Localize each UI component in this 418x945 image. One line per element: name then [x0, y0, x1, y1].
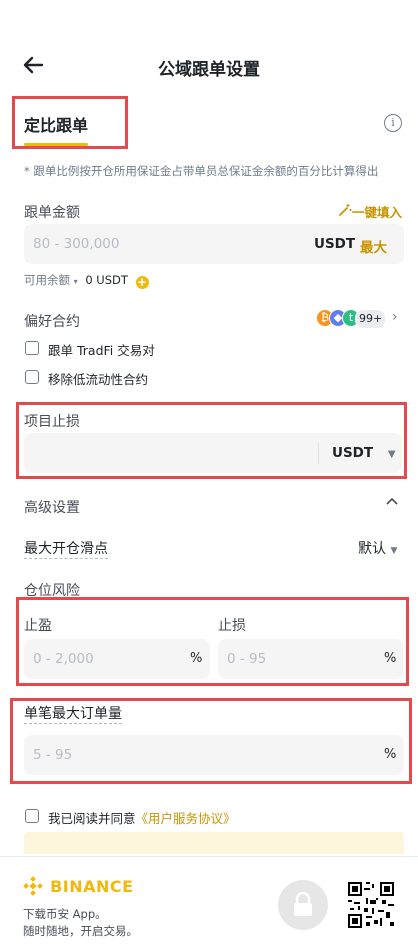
- take-profit-unit: %: [190, 651, 203, 666]
- chevron-right-icon: ›: [392, 309, 398, 325]
- amount-input[interactable]: 80 - 300,000 USDT 最大: [24, 224, 404, 264]
- max-order-placeholder: 5 - 95: [33, 747, 73, 763]
- low-liquidity-option-label: 移除低流动性合约: [48, 372, 149, 387]
- available-value: 0 USDT: [85, 273, 128, 287]
- take-profit-placeholder: 0 - 2,000: [33, 651, 94, 667]
- stop-loss-unit: %: [384, 651, 397, 666]
- dropdown-small-icon: ▾: [73, 277, 78, 286]
- stop-loss-unit: USDT: [332, 445, 374, 461]
- watermark-logo: [278, 880, 328, 930]
- contracts-label: 偏好合约: [24, 314, 80, 330]
- tab-fixed-ratio[interactable]: 定比跟单: [24, 112, 88, 146]
- page-title: 公域跟单设置: [158, 60, 260, 80]
- max-order-input[interactable]: 5 - 95 %: [24, 735, 404, 775]
- stop-loss-placeholder: 0 - 95: [227, 651, 267, 667]
- agreement-text: 我已阅读并同意《用户服务协议》: [48, 808, 236, 827]
- footer-line-1: 下载币安 App。: [23, 907, 107, 921]
- binance-logo-icon: [23, 876, 43, 896]
- dropdown-arrow-icon: ▼: [390, 546, 398, 556]
- project-stop-loss-input[interactable]: USDT ▼: [24, 433, 402, 473]
- amount-label: 跟单金额: [24, 205, 80, 221]
- available-label: 可用余额: [24, 273, 70, 287]
- collapse-chevron-icon[interactable]: [384, 494, 400, 514]
- agreement-checkbox[interactable]: [25, 809, 39, 823]
- amount-placeholder: 80 - 300,000: [33, 236, 120, 252]
- slippage-value: 默认: [358, 541, 386, 557]
- position-risk-label: 仓位风险: [24, 583, 80, 599]
- agreement-link[interactable]: 《用户服务协议》: [136, 811, 236, 826]
- take-profit-label: 止盈: [24, 618, 52, 634]
- max-button[interactable]: 最大: [360, 236, 387, 256]
- footer-line-2: 随时随地，开启交易。: [23, 924, 138, 938]
- tradfi-option-label: 跟单 TradFi 交易对: [48, 343, 155, 358]
- tab-underline: [24, 143, 88, 146]
- binance-logo: BINANCE: [23, 876, 134, 896]
- notice-banner: [24, 832, 404, 854]
- advanced-settings-label: 高级设置: [24, 500, 80, 516]
- lock-icon: [294, 891, 312, 916]
- add-funds-icon[interactable]: +: [135, 276, 149, 289]
- take-profit-input[interactable]: 0 - 2,000 %: [24, 639, 210, 679]
- stop-loss-label: 止损: [218, 618, 246, 634]
- info-icon[interactable]: i: [384, 114, 402, 132]
- available-balance: 可用余额 ▾ 0 USDT +: [24, 272, 149, 289]
- low-liquidity-checkbox[interactable]: [25, 370, 39, 384]
- dropdown-arrow-icon: ▼: [387, 449, 396, 460]
- more-contracts-badge: 99+: [355, 309, 387, 329]
- tradfi-checkbox[interactable]: [25, 341, 39, 355]
- quick-fill-label: 一键填入: [352, 205, 403, 220]
- input-divider: [318, 442, 319, 464]
- slippage-select[interactable]: 默认 ▼: [358, 538, 397, 558]
- project-stop-loss-label: 项目止损: [24, 414, 80, 430]
- qr-code: [346, 880, 396, 930]
- stop-loss-unit-select[interactable]: USDT ▼: [332, 445, 396, 461]
- amount-unit: USDT: [314, 236, 356, 252]
- magic-wand-icon: [338, 203, 352, 220]
- max-order-label: 单笔最大订单量: [24, 703, 122, 724]
- ratio-note: * 跟单比例按开仓所用保证金占带单员总保证金余额的百分比计算得出: [24, 164, 379, 178]
- tab-label: 定比跟单: [24, 116, 89, 135]
- slippage-label: 最大开仓滑点: [24, 538, 108, 559]
- max-order-unit: %: [384, 747, 397, 762]
- contracts-selector[interactable]: ₿ ◆ t 99+ ›: [316, 309, 404, 329]
- stop-loss-input[interactable]: 0 - 95 %: [218, 639, 404, 679]
- agreement-label: 我已阅读并同意: [48, 811, 136, 826]
- quick-fill-button[interactable]: 一键填入: [338, 202, 402, 221]
- brand-name: BINANCE: [50, 877, 134, 896]
